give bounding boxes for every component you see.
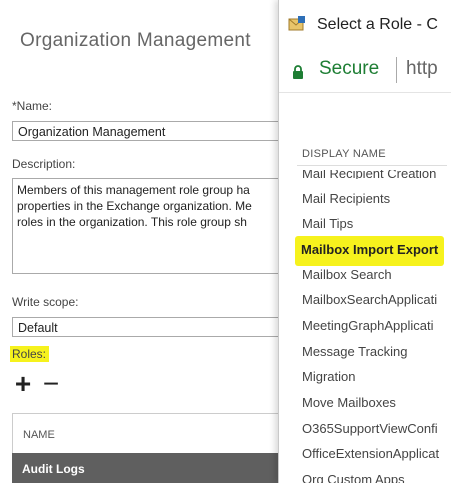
column-header-name[interactable]: NAME: [23, 429, 55, 441]
list-item[interactable]: Move Mailboxes: [302, 393, 396, 413]
window-titlebar[interactable]: Select a Role - C: [279, 0, 451, 50]
remove-role-button[interactable]: −: [40, 368, 62, 399]
write-scope-select[interactable]: Default: [12, 317, 312, 337]
list-item[interactable]: Mail Tips: [302, 214, 353, 234]
window-title: Select a Role - C: [317, 16, 438, 33]
page-title: Organization Management: [20, 30, 251, 51]
list-item[interactable]: Message Tracking: [302, 342, 408, 362]
list-item[interactable]: Mail Recipients: [302, 189, 390, 209]
minus-icon: −: [42, 368, 60, 399]
roles-label: Roles:: [10, 346, 50, 362]
column-header-display-name[interactable]: DISPLAY NAME: [302, 148, 386, 160]
name-field[interactable]: Organization Management: [12, 121, 312, 141]
write-scope-label: Write scope:: [12, 295, 79, 309]
plus-icon: +: [14, 368, 32, 399]
list-item[interactable]: O365SupportViewConfi: [302, 419, 438, 439]
address-separator: [396, 57, 397, 83]
description-line: Members of this management role group ha: [17, 183, 250, 197]
lock-icon: [293, 65, 303, 79]
description-line: roles in the organization. This role gro…: [17, 215, 247, 229]
list-item[interactable]: MeetingGraphApplicati: [302, 316, 434, 336]
roles-table-header: NAME: [12, 413, 312, 453]
description-field[interactable]: Members of this management role group ha…: [12, 178, 312, 274]
secure-indicator: Secure: [319, 58, 380, 79]
list-item[interactable]: Org Custom Apps: [302, 470, 405, 483]
select-role-window: Select a Role - C Secure http DISPLAY NA…: [278, 0, 451, 483]
list-item[interactable]: Migration: [302, 367, 355, 387]
list-item[interactable]: Mail Recipient Creation: [302, 170, 436, 179]
address-url[interactable]: http: [406, 58, 438, 80]
add-role-button[interactable]: +: [9, 368, 35, 399]
table-row[interactable]: Audit Logs: [12, 453, 312, 483]
description-line: properties in the Exchange organization.…: [17, 199, 252, 213]
exchange-window-icon: [288, 16, 305, 31]
list-item-selected[interactable]: Mailbox Import Export: [295, 236, 445, 266]
list-divider: [297, 165, 447, 166]
list-item[interactable]: MailboxSearchApplicati: [302, 290, 437, 310]
list-item[interactable]: OfficeExtensionApplicat: [302, 444, 439, 464]
list-item[interactable]: Mailbox Search: [302, 265, 392, 285]
description-label: Description:: [12, 157, 76, 171]
name-label: *Name:: [12, 99, 53, 113]
